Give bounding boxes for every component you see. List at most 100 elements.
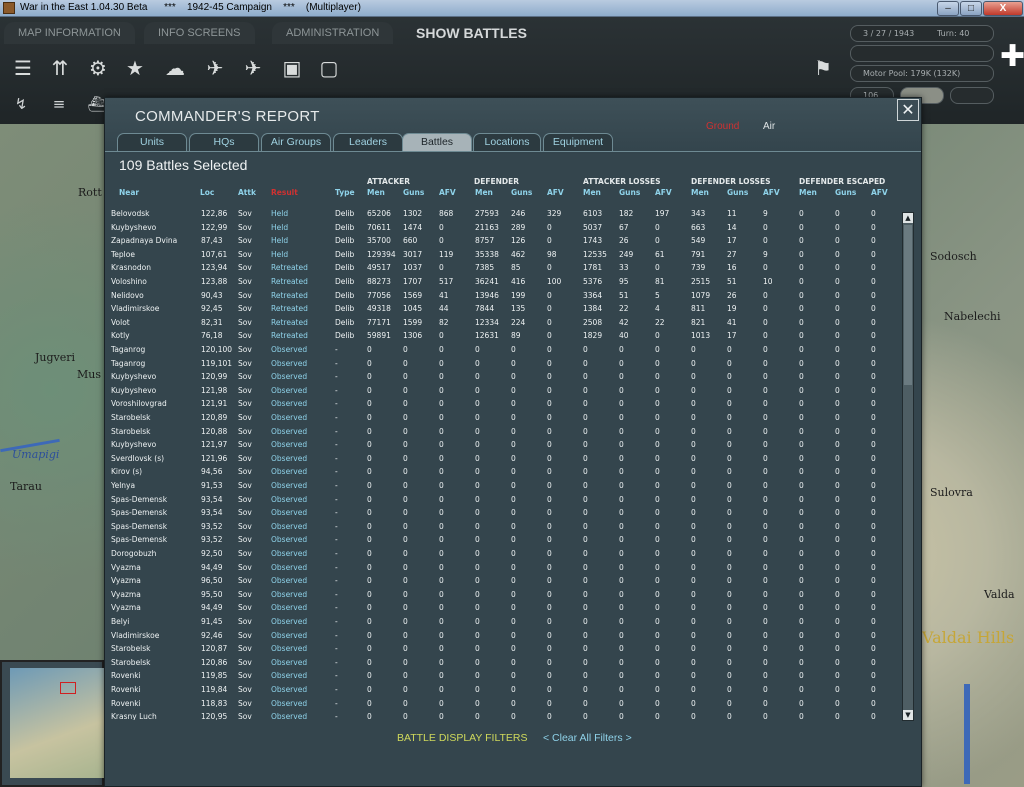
table-row[interactable]: Starobelsk 120,89 Sov Observed - 0 0 0 0 0 0 0 0 0 0 0 0… bbox=[105, 412, 901, 426]
tab-battles[interactable]: Battles bbox=[402, 133, 472, 151]
table-row[interactable]: Kuybyshevo 122,99 Sov Held Delib 70611 1474 0 21… bbox=[105, 222, 901, 236]
flag-icon[interactable]: ⚑ bbox=[808, 53, 838, 83]
report-icon[interactable]: ▢ bbox=[314, 53, 344, 83]
column-header-men[interactable]: Men bbox=[475, 188, 493, 197]
tab-show-battles[interactable]: SHOW BATTLES bbox=[402, 22, 541, 44]
value-cell: 0 bbox=[439, 617, 444, 626]
table-row[interactable]: Sverdlovsk (s) 121,96 Sov Observed - 0 0 0 0 0 0 0 0… bbox=[105, 453, 901, 467]
table-row[interactable]: Spas-Demensk 93,54 Sov Observed - 0 0 0 0 0 0 0 0 0 0 0… bbox=[105, 494, 901, 508]
table-row[interactable]: Volot 82,31 Sov Retreated Delib 77171 1599 82 12… bbox=[105, 317, 901, 331]
table-row[interactable]: Yelnya 91,53 Sov Observed - 0 0 0 0 0 0 0 0 0 0 0 0 0 0 0 bbox=[105, 480, 901, 494]
table-row[interactable]: Nelidovo 90,43 Sov Retreated Delib 77056 1569 4… bbox=[105, 290, 901, 304]
rail-icon[interactable]: ≡ bbox=[46, 92, 72, 116]
column-header-guns[interactable]: Guns bbox=[511, 188, 532, 197]
table-row[interactable]: Teploe 107,61 Sov Held Delib 129394 3017 119 353… bbox=[105, 249, 901, 263]
column-header-guns[interactable]: Guns bbox=[403, 188, 424, 197]
value-cell: 0 bbox=[799, 617, 804, 626]
dialog-close-button[interactable]: ✕ bbox=[897, 99, 919, 121]
table-row[interactable]: Kuybyshevo 121,97 Sov Observed - 0 0 0 0 0 0 0 0 0 0 0 0… bbox=[105, 439, 901, 453]
tab-administration[interactable]: ADMINISTRATION bbox=[272, 22, 394, 44]
table-row[interactable]: Kuybyshevo 120,99 Sov Observed - 0 0 0 0 0 0 0 0 0 0 0 0… bbox=[105, 371, 901, 385]
air-mission-icon[interactable]: ✈ bbox=[200, 53, 230, 83]
fuel-icon[interactable]: ▣ bbox=[277, 53, 307, 83]
table-row[interactable]: Voroshilovgrad 121,91 Sov Observed - 0 0 0 0 0 0 0 0… bbox=[105, 398, 901, 412]
table-row[interactable]: Kotly 76,18 Sov Retreated Delib 59891 1306 0 126… bbox=[105, 330, 901, 344]
column-header-guns[interactable]: Guns bbox=[835, 188, 856, 197]
tab-map-information[interactable]: MAP INFORMATION bbox=[4, 22, 135, 44]
column-header-type[interactable]: Type bbox=[335, 188, 355, 197]
minimize-button[interactable]: – bbox=[937, 1, 959, 16]
table-row[interactable]: Vladimirskoe 92,45 Sov Retreated Delib 49318 1… bbox=[105, 303, 901, 317]
table-row[interactable]: Krasnodon 123,94 Sov Retreated Delib 49517 103… bbox=[105, 262, 901, 276]
table-row[interactable]: Zapadnaya Dvina 87,43 Sov Held Delib 35700 660… bbox=[105, 235, 901, 249]
table-row[interactable]: Vyazma 96,50 Sov Observed - 0 0 0 0 0 0 0 0 0 0 0 0 0 0 0 bbox=[105, 575, 901, 589]
table-row[interactable]: Dorogobuzh 92,50 Sov Observed - 0 0 0 0 0 0 0 0 0 0 0 0 0… bbox=[105, 548, 901, 562]
tab-leaders[interactable]: Leaders bbox=[333, 133, 403, 151]
table-row[interactable]: Kirov (s) 94,56 Sov Observed - 0 0 0 0 0 0 0 0 0 0 0 0 0 0… bbox=[105, 466, 901, 480]
table-row[interactable]: Spas-Demensk 93,52 Sov Observed - 0 0 0 0 0 0 0 0 0 0 0… bbox=[105, 534, 901, 548]
scroll-thumb[interactable] bbox=[904, 225, 912, 385]
table-row[interactable]: Voloshino 123,88 Sov Retreated Delib 88273 170… bbox=[105, 276, 901, 290]
path-icon[interactable]: ↯ bbox=[8, 92, 34, 116]
clear-all-filters-link[interactable]: < Clear All Filters > bbox=[543, 732, 632, 744]
table-row[interactable]: Belyi 91,45 Sov Observed - 0 0 0 0 0 0 0 0 0 0 0 0 0 0 0 bbox=[105, 616, 901, 630]
table-row[interactable]: Vyazma 94,49 Sov Observed - 0 0 0 0 0 0 0 0 0 0 0 0 0 0 0 bbox=[105, 562, 901, 576]
tab-info-screens[interactable]: INFO SCREENS bbox=[144, 22, 255, 44]
weather-icon[interactable]: ☁ bbox=[160, 53, 190, 83]
column-header-men[interactable]: Men bbox=[583, 188, 601, 197]
column-header-result[interactable]: Result bbox=[271, 188, 298, 197]
table-row[interactable]: Spas-Demensk 93,52 Sov Observed - 0 0 0 0 0 0 0 0 0 0 0… bbox=[105, 521, 901, 535]
table-row[interactable]: Taganrog 119,101 Sov Observed - 0 0 0 0 0 0 0 0 0 0 0 0 0… bbox=[105, 358, 901, 372]
column-header-guns[interactable]: Guns bbox=[619, 188, 640, 197]
table-row[interactable]: Starobelsk 120,86 Sov Observed - 0 0 0 0 0 0 0 0 0 0 0 0… bbox=[105, 657, 901, 671]
formation-icon[interactable]: ⇈ bbox=[45, 53, 75, 83]
column-header-near[interactable]: Near bbox=[119, 188, 139, 197]
minimap[interactable] bbox=[0, 660, 106, 787]
scroll-down-icon[interactable]: ▼ bbox=[903, 710, 913, 720]
column-header-men[interactable]: Men bbox=[799, 188, 817, 197]
maximize-button[interactable]: □ bbox=[960, 1, 982, 16]
table-row[interactable]: Belovodsk 122,86 Sov Held Delib 65206 1302 868 2… bbox=[105, 208, 901, 222]
tab-hqs[interactable]: HQs bbox=[189, 133, 259, 151]
column-header-attk[interactable]: Attk bbox=[238, 188, 256, 197]
panel-button[interactable] bbox=[950, 87, 994, 104]
tab-air-groups[interactable]: Air Groups bbox=[261, 133, 331, 151]
window-close-button[interactable]: X bbox=[983, 1, 1023, 16]
vertical-scrollbar[interactable]: ▲ ▼ bbox=[902, 212, 914, 721]
battle-display-filters-link[interactable]: BATTLE DISPLAY FILTERS bbox=[397, 732, 528, 744]
scroll-up-icon[interactable]: ▲ bbox=[903, 213, 913, 223]
table-row[interactable]: Rovenki 118,83 Sov Observed - 0 0 0 0 0 0 0 0 0 0 0 0 0 0 0 bbox=[105, 698, 901, 712]
ground-mode-toggle[interactable]: Ground bbox=[706, 121, 739, 132]
unit-list-icon[interactable]: ☰ bbox=[8, 53, 38, 83]
tab-equipment[interactable]: Equipment bbox=[543, 133, 613, 151]
column-header-guns[interactable]: Guns bbox=[727, 188, 748, 197]
table-row[interactable]: Starobelsk 120,88 Sov Observed - 0 0 0 0 0 0 0 0 0 0 0 0… bbox=[105, 426, 901, 440]
airdrop-icon[interactable]: ✈ bbox=[238, 53, 268, 83]
table-row[interactable]: Vladimirskoe 92,46 Sov Observed - 0 0 0 0 0 0 0 0 0 0 0… bbox=[105, 630, 901, 644]
table-row[interactable]: Vyazma 95,50 Sov Observed - 0 0 0 0 0 0 0 0 0 0 0 0 0 0 0 bbox=[105, 589, 901, 603]
column-header-afv[interactable]: AFV bbox=[439, 188, 456, 197]
table-row[interactable]: Kuybyshevo 121,98 Sov Observed - 0 0 0 0 0 0 0 0 0 0 0 0… bbox=[105, 385, 901, 399]
column-header-men[interactable]: Men bbox=[367, 188, 385, 197]
star-icon[interactable]: ★ bbox=[120, 53, 150, 83]
tab-units[interactable]: Units bbox=[117, 133, 187, 151]
table-row[interactable]: Krasny Luch 120,95 Sov Observed - 0 0 0 0 0 0 0 0 0 0 0… bbox=[105, 711, 901, 720]
table-row[interactable]: Starobelsk 120,87 Sov Observed - 0 0 0 0 0 0 0 0 0 0 0 0… bbox=[105, 643, 901, 657]
table-row[interactable]: Taganrog 120,100 Sov Observed - 0 0 0 0 0 0 0 0 0 0 0 0 0… bbox=[105, 344, 901, 358]
column-header-afv[interactable]: AFV bbox=[655, 188, 672, 197]
table-row[interactable]: Vyazma 94,49 Sov Observed - 0 0 0 0 0 0 0 0 0 0 0 0 0 0 0 bbox=[105, 602, 901, 616]
table-row[interactable]: Rovenki 119,85 Sov Observed - 0 0 0 0 0 0 0 0 0 0 0 0 0 0 0 bbox=[105, 670, 901, 684]
table-row[interactable]: Rovenki 119,84 Sov Observed - 0 0 0 0 0 0 0 0 0 0 0 0 0 0 0 bbox=[105, 684, 901, 698]
column-header-afv[interactable]: AFV bbox=[547, 188, 564, 197]
column-header-loc[interactable]: Loc bbox=[200, 188, 214, 197]
value-cell: 0 bbox=[583, 617, 588, 626]
column-header-afv[interactable]: AFV bbox=[763, 188, 780, 197]
table-row[interactable]: Spas-Demensk 93,54 Sov Observed - 0 0 0 0 0 0 0 0 0 0 0… bbox=[105, 507, 901, 521]
value-cell: 0 bbox=[619, 589, 624, 599]
tab-locations[interactable]: Locations bbox=[473, 133, 541, 151]
value-cell: 1045 bbox=[403, 304, 423, 314]
air-mode-toggle[interactable]: Air bbox=[763, 121, 775, 132]
column-header-afv[interactable]: AFV bbox=[871, 188, 888, 197]
column-header-men[interactable]: Men bbox=[691, 188, 709, 197]
gear-icon[interactable]: ⚙ bbox=[83, 53, 113, 83]
